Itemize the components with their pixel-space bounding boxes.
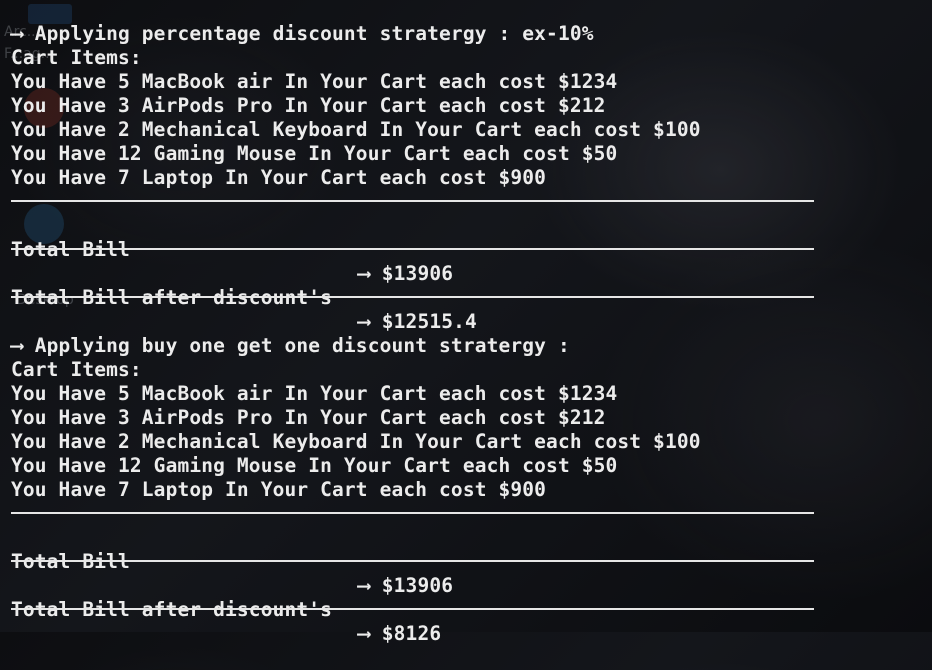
section-header: ⟶ Applying buy one get one discount stra… (11, 334, 570, 357)
cart-items-label: Cart Items: (11, 46, 142, 69)
cart-item-line: You Have 12 Gaming Mouse In Your Cart ea… (11, 142, 618, 165)
total-bill-row: Total Bill ⟶ $13906 (11, 526, 811, 597)
total-bill-label: Total Bill (11, 550, 130, 573)
cart-item-line: You Have 12 Gaming Mouse In Your Cart ea… (11, 454, 618, 477)
discount-bill-value: ⟶ $12515.4 (358, 310, 477, 333)
cart-item-line: You Have 7 Laptop In Your Cart each cost… (11, 478, 547, 501)
cart-item-line: You Have 3 AirPods Pro In Your Cart each… (11, 94, 606, 117)
cart-item-line: You Have 7 Laptop In Your Cart each cost… (11, 166, 547, 189)
total-bill-row: Total Bill ⟶ $13906 (11, 214, 811, 285)
cart-item-line: You Have 5 MacBook air In Your Cart each… (11, 382, 618, 405)
discount-bill-label: Total Bill after discount's (11, 286, 333, 309)
separator-line (11, 512, 814, 514)
discount-bill-value: ⟶ $8126 (358, 622, 442, 645)
section-header: ⟶ Applying percentage discount stratergy… (11, 22, 594, 45)
separator-line (11, 560, 814, 562)
discount-bill-row: Total Bill after discount's ⟶ $12515.4 (11, 262, 811, 333)
separator-line (11, 608, 814, 610)
cart-items-label: Cart Items: (11, 358, 142, 381)
separator-line (11, 296, 814, 298)
discount-bill-row: Total Bill after discount's ⟶ $8126 (11, 574, 811, 645)
total-bill-label: Total Bill (11, 238, 130, 261)
cart-item-line: You Have 3 AirPods Pro In Your Cart each… (11, 406, 606, 429)
discount-bill-label: Total Bill after discount's (11, 598, 333, 621)
terminal-output[interactable]: ⟶ Applying percentage discount stratergy… (0, 0, 932, 645)
cart-item-line: You Have 2 Mechanical Keyboard In Your C… (11, 118, 701, 141)
cart-item-line: You Have 5 MacBook air In Your Cart each… (11, 70, 618, 93)
cart-item-line: You Have 2 Mechanical Keyboard In Your C… (11, 430, 701, 453)
separator-line (11, 200, 814, 202)
separator-line (11, 248, 814, 250)
